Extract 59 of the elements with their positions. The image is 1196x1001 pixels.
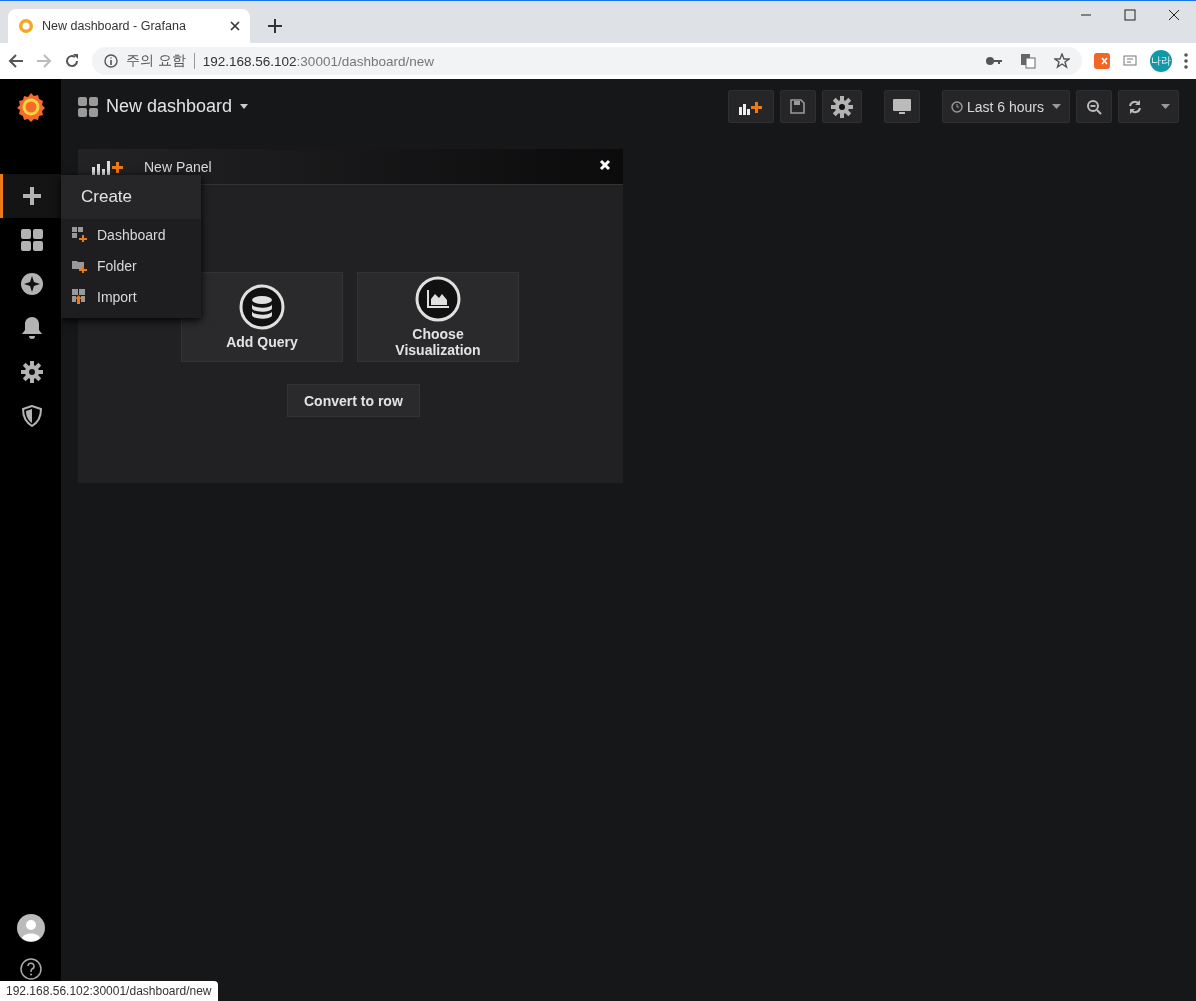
- bell-icon: [22, 317, 42, 339]
- caret-icon: [1161, 104, 1170, 109]
- translate-icon[interactable]: [1020, 53, 1036, 69]
- logo-icon: [18, 18, 34, 34]
- shield-icon: [22, 405, 42, 427]
- security-label: 주의 요함: [126, 52, 186, 70]
- logo-icon[interactable]: [15, 91, 46, 122]
- close-icon[interactable]: [230, 21, 240, 31]
- close-icon: [599, 159, 611, 171]
- clock-icon: [950, 100, 963, 113]
- menu-title: Create: [81, 187, 133, 207]
- key-icon[interactable]: [986, 56, 1002, 66]
- reload-icon[interactable]: [64, 53, 80, 69]
- plus-icon: [23, 187, 41, 205]
- browser-tab[interactable]: New dashboard - Grafana: [8, 9, 250, 43]
- time-range-picker[interactable]: Last 6 hours: [941, 90, 1070, 123]
- zoom-out-icon: [1086, 98, 1102, 115]
- plus-icon[interactable]: [268, 19, 282, 33]
- tv-mode-button[interactable]: [883, 90, 920, 123]
- address-bar[interactable]: 주의 요함 192.168.56.102:30001/dashboard/new: [92, 47, 1082, 75]
- sidebar-item[interactable]: [0, 174, 61, 218]
- maximize-icon[interactable]: [1124, 9, 1136, 21]
- close-icon[interactable]: [1168, 9, 1180, 21]
- gear-icon: [21, 361, 43, 383]
- extension-icon[interactable]: [1094, 53, 1110, 69]
- info-icon: [104, 54, 118, 68]
- menu-icon[interactable]: [1184, 53, 1188, 69]
- avatar-icon[interactable]: [16, 914, 45, 942]
- panel-action-button[interactable]: Choose Visualization: [357, 272, 519, 362]
- refresh-icon: [1127, 98, 1143, 115]
- grid-plus-icon: [72, 227, 87, 242]
- save-button[interactable]: [779, 90, 816, 123]
- bar-chart-plus-icon: [92, 158, 126, 175]
- menu-item[interactable]: Dashboard: [61, 219, 201, 250]
- caret-icon: [1052, 104, 1061, 109]
- status-url: 192.168.56.102:30001/dashboard/new: [0, 981, 218, 1001]
- panel-action-button[interactable]: Add Query: [181, 272, 343, 362]
- tab-title: New dashboard - Grafana: [42, 19, 187, 33]
- grid-icon: [21, 229, 43, 251]
- folder-plus-icon: [72, 258, 87, 273]
- dashboard-title[interactable]: New dashboard: [78, 96, 249, 117]
- back-icon[interactable]: [8, 53, 24, 69]
- add-panel-button[interactable]: [727, 90, 774, 123]
- star-icon[interactable]: [1054, 53, 1070, 69]
- compass-icon: [21, 273, 43, 295]
- area-chart-icon: [415, 276, 461, 322]
- convert-button[interactable]: Convert to row: [287, 384, 420, 417]
- caret-icon: [240, 104, 249, 109]
- monitor-icon: [892, 98, 911, 115]
- database-icon: [239, 284, 285, 330]
- refresh-button[interactable]: [1118, 90, 1179, 123]
- url-text: 192.168.56.102:30001/dashboard/new: [202, 53, 434, 69]
- help-icon[interactable]: [19, 958, 42, 980]
- settings-button[interactable]: [821, 90, 862, 123]
- panel-title: New Panel: [144, 158, 212, 175]
- import-icon: [72, 289, 87, 304]
- zoom-out-button[interactable]: [1076, 90, 1112, 123]
- grid-icon: [78, 96, 98, 117]
- save-icon: [790, 99, 806, 114]
